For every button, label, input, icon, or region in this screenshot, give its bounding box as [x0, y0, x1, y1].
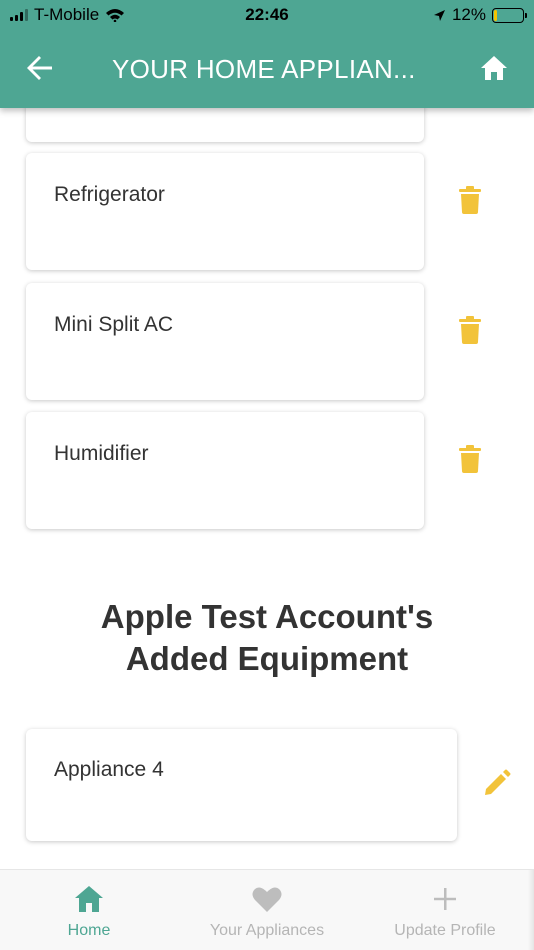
heart-icon — [252, 884, 282, 914]
nav-item-update-profile[interactable]: Update Profile — [356, 870, 534, 950]
page-title: YOUR HOME APPLIAN... — [112, 54, 416, 84]
nav-item-your-appliances[interactable]: Your Appliances — [178, 870, 356, 950]
nav-item-label: Home — [67, 922, 111, 939]
content-area: Refrigerator Mini Split AC Humidifier Ap… — [0, 0, 534, 950]
nav-item-label: Your Appliances — [209, 922, 325, 939]
trash-icon[interactable] — [458, 445, 482, 473]
plus-icon — [432, 884, 458, 914]
arrow-left-icon[interactable] — [24, 52, 56, 84]
equipment-card-appliance-4[interactable]: Appliance 4 — [26, 729, 457, 841]
section-title-line1: Apple Test Account's — [100, 598, 434, 635]
trash-icon[interactable] — [458, 186, 482, 214]
section-title-line2: Added Equipment — [125, 640, 409, 677]
appliance-card-mini-split-ac[interactable]: Mini Split AC — [26, 283, 424, 400]
trash-icon[interactable] — [458, 316, 482, 344]
nav-item-label: Update Profile — [394, 922, 496, 939]
status-right-group: 12% — [433, 5, 527, 25]
appliance-label: Mini Split AC — [54, 313, 174, 336]
location-arrow-icon — [433, 9, 445, 21]
equipment-label: Appliance 4 — [54, 758, 164, 781]
home-icon — [74, 884, 104, 914]
pencil-icon[interactable] — [482, 768, 512, 798]
battery-fill — [494, 9, 498, 21]
status-bar: T-Mobile 22:46 12% — [0, 0, 534, 30]
top-app-bar: T-Mobile 22:46 12% YOUR HOME APPLIAN... — [0, 0, 534, 108]
appliance-card-refrigerator[interactable]: Refrigerator — [26, 153, 424, 270]
app-screen: Refrigerator Mini Split AC Humidifier Ap… — [0, 0, 534, 950]
battery-icon — [492, 7, 527, 23]
nav-item-home[interactable]: Home — [0, 870, 178, 950]
bottom-navigation: Home Your Appliances Update Profile — [0, 869, 534, 950]
appliance-card-humidifier[interactable]: Humidifier — [26, 412, 424, 529]
edge-shadow — [528, 870, 534, 950]
home-icon[interactable] — [478, 52, 510, 84]
header: YOUR HOME APPLIAN... — [0, 30, 534, 108]
section-title: Apple Test Account's Added Equipment — [0, 596, 534, 680]
battery-percent: 12% — [451, 5, 486, 24]
appliance-label: Refrigerator — [54, 183, 165, 206]
appliance-label: Humidifier — [54, 442, 149, 465]
